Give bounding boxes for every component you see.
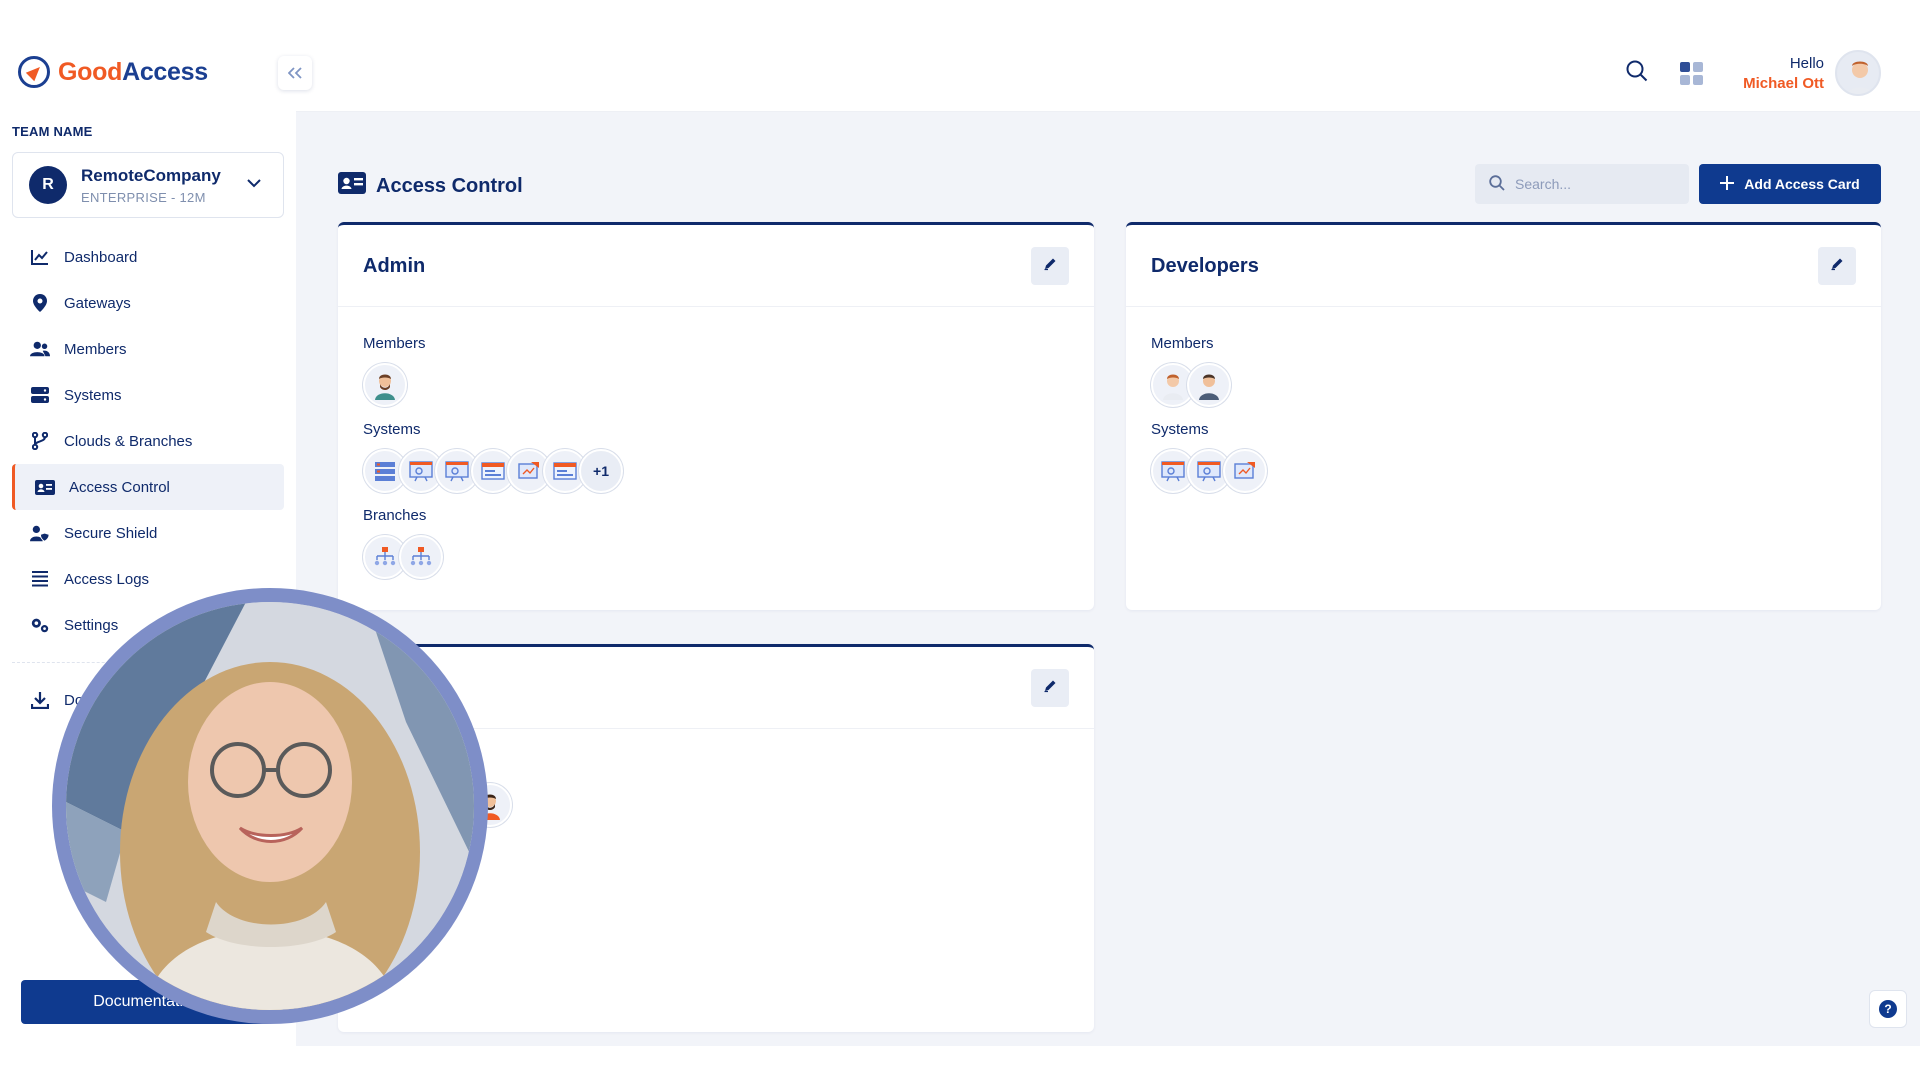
goodaccess-logo[interactable]: GoodAccess [18, 56, 208, 88]
card-header: Developers [1126, 225, 1881, 307]
id-card-icon [35, 477, 55, 497]
user-shield-icon [30, 523, 50, 543]
logo-text-access: Access [122, 57, 208, 86]
plus-icon [1720, 175, 1735, 193]
pencil-icon [1043, 679, 1057, 698]
download-icon [30, 690, 50, 710]
system-icon[interactable] [1223, 449, 1267, 493]
branch-icon [30, 431, 50, 451]
edit-button[interactable] [1031, 247, 1069, 285]
id-card-icon [338, 172, 366, 200]
bottom-strip [0, 1046, 1920, 1080]
sidebar-item-label: Access Control [69, 478, 170, 496]
access-card-admin: Admin Members Systems +1 Branches [338, 222, 1094, 610]
systems-chips [1151, 449, 1267, 493]
member-avatar[interactable] [363, 363, 407, 407]
user-name: Michael Ott [1743, 75, 1824, 92]
topbar [296, 0, 1920, 112]
sidebar-item-label: Clouds & Branches [64, 432, 193, 450]
branch-network-icon[interactable] [399, 535, 443, 579]
sidebar-item-label: Settings [64, 616, 119, 634]
card-title: Developers [1151, 255, 1259, 277]
apps-grid-icon[interactable] [1680, 62, 1703, 85]
user-greeting: Hello Michael Ott [1743, 54, 1824, 94]
pencil-icon [1043, 257, 1057, 276]
add-button-label: Add Access Card [1744, 176, 1860, 192]
collapse-sidebar-button[interactable] [278, 56, 312, 90]
members-chips [1151, 363, 1231, 407]
sidebar-item-members[interactable]: Members [12, 326, 284, 372]
access-card-developers: Developers Members Systems [1126, 222, 1881, 610]
presenter-video [66, 602, 474, 1010]
help-button[interactable]: ? [1869, 990, 1907, 1028]
more-systems-badge[interactable]: +1 [579, 449, 623, 493]
sidebar-item-label: Members [64, 340, 127, 358]
systems-chips: +1 [363, 449, 623, 493]
page-title: Access Control [338, 172, 523, 200]
sidebar-item-systems[interactable]: Systems [12, 372, 284, 418]
sidebar-item-label: Systems [64, 386, 122, 404]
webcam-overlay [52, 588, 488, 1024]
chevron-down-icon [247, 175, 261, 191]
sidebar-item-clouds-branches[interactable]: Clouds & Branches [12, 418, 284, 464]
question-icon: ? [1879, 1000, 1897, 1018]
pencil-icon [1830, 257, 1844, 276]
users-icon [30, 339, 50, 359]
section-label-branches: Branches [363, 507, 427, 524]
section-label-systems: Systems [363, 421, 421, 438]
sidebar-item-access-control[interactable]: Access Control [12, 464, 284, 510]
card-header: Admin [338, 225, 1094, 307]
search-icon[interactable] [1626, 60, 1648, 87]
section-label-systems: Systems [1151, 421, 1209, 438]
member-avatar[interactable] [1187, 363, 1231, 407]
gears-icon [30, 615, 50, 635]
sidebar-item-label: Gateways [64, 294, 131, 312]
section-label-members: Members [1151, 335, 1214, 352]
members-chips [363, 363, 407, 407]
sidebar-item-gateways[interactable]: Gateways [12, 280, 284, 326]
team-avatar: R [29, 166, 67, 204]
server-icon [30, 385, 50, 405]
team-selector[interactable]: R RemoteCompany ENTERPRISE - 12M [12, 152, 284, 218]
hello-label: Hello [1789, 55, 1824, 72]
sidebar-item-dashboard[interactable]: Dashboard [12, 234, 284, 280]
sidebar-item-label: Access Logs [64, 570, 150, 588]
double-chevron-left-icon [287, 62, 302, 85]
logo-icon [18, 56, 50, 88]
card-title: Admin [363, 255, 426, 277]
search-input[interactable]: Search... [1475, 164, 1689, 204]
edit-button[interactable] [1818, 247, 1856, 285]
sidebar-item-secure-shield[interactable]: Secure Shield [12, 510, 284, 556]
list-icon [30, 569, 50, 589]
search-icon [1489, 174, 1505, 194]
sidebar-item-label: Dashboard [64, 248, 138, 266]
team-plan: ENTERPRISE - 12M [81, 189, 206, 205]
add-access-card-button[interactable]: Add Access Card [1699, 164, 1881, 204]
team-name: RemoteCompany [81, 165, 221, 185]
page-title-text: Access Control [376, 174, 523, 197]
section-label-members: Members [363, 335, 426, 352]
edit-button[interactable] [1031, 669, 1069, 707]
search-placeholder: Search... [1515, 176, 1572, 192]
chart-line-icon [30, 247, 50, 267]
sidebar-item-label: Secure Shield [64, 524, 158, 542]
logo-text-good: Good [58, 57, 123, 86]
map-pin-icon [30, 293, 50, 313]
team-label: TEAM NAME [12, 124, 93, 139]
branches-chips [363, 535, 443, 579]
user-avatar[interactable] [1835, 50, 1881, 96]
